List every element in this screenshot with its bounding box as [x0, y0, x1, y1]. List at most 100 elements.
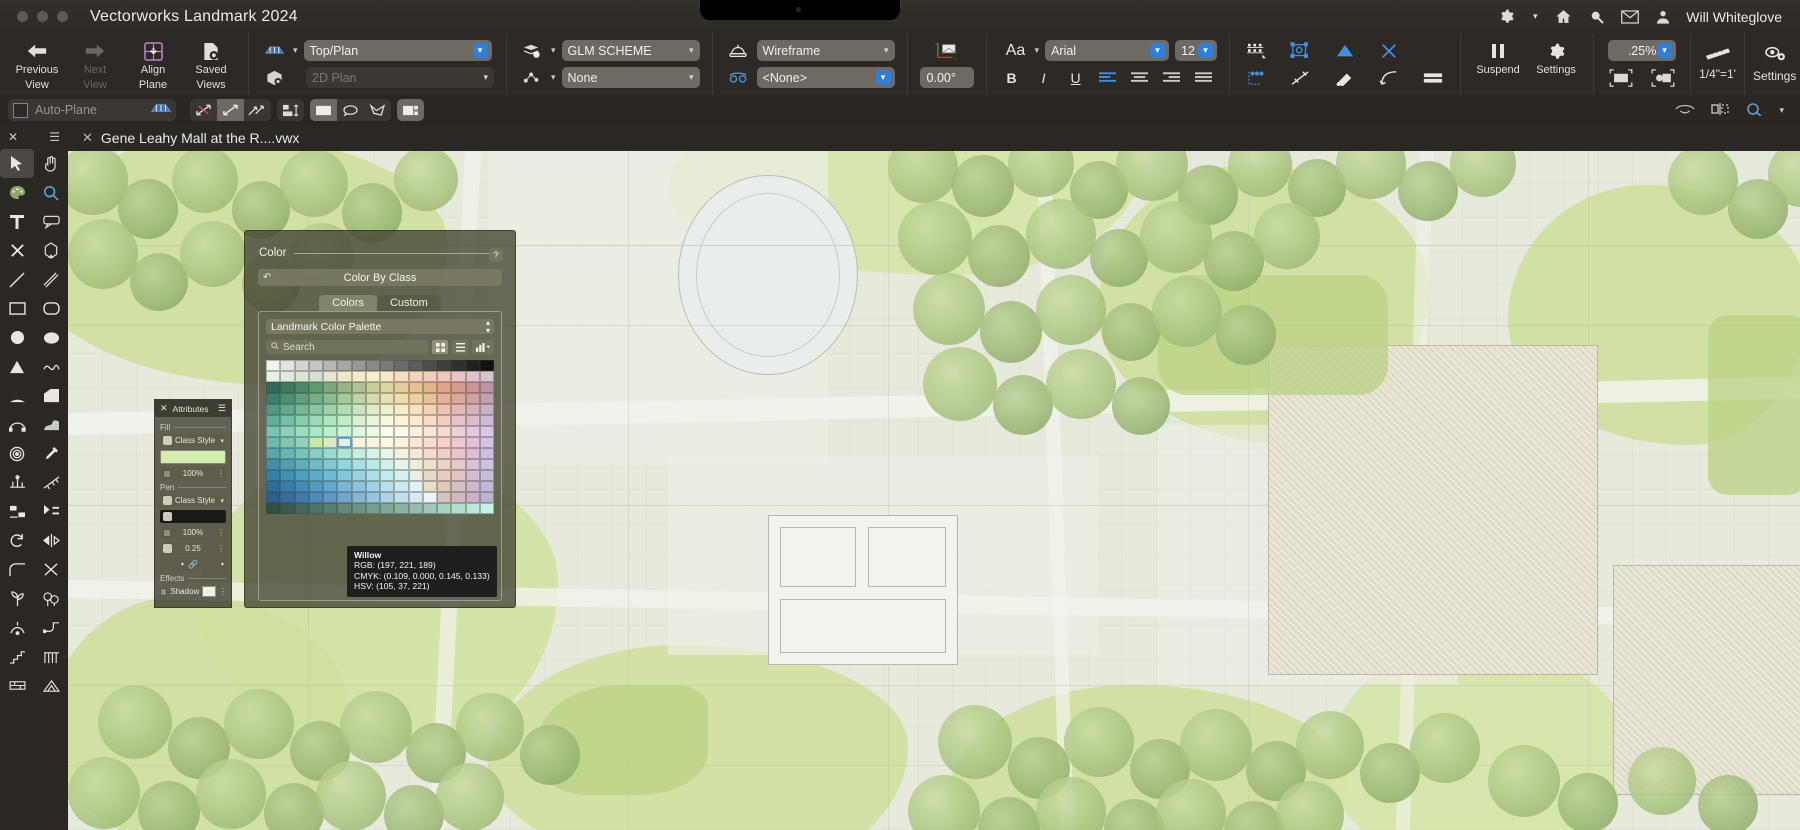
snap-smart-icon[interactable] [244, 99, 271, 121]
fillet-tool[interactable] [0, 555, 34, 584]
view-select[interactable]: Top/Plan ▾ [304, 40, 492, 61]
snap-curve-icon[interactable] [1374, 66, 1404, 90]
railing-tool[interactable] [34, 642, 68, 671]
color-swatch[interactable] [480, 426, 494, 437]
flyover-tool[interactable] [34, 236, 68, 265]
color-swatch[interactable] [295, 503, 309, 514]
grade-tool[interactable] [34, 497, 68, 526]
color-swatch[interactable] [451, 492, 465, 503]
color-swatch[interactable] [409, 481, 423, 492]
color-swatch[interactable] [352, 404, 366, 415]
color-swatch[interactable] [295, 437, 309, 448]
color-swatch[interactable] [295, 404, 309, 415]
more-options-icon[interactable]: ⋮ [217, 469, 224, 478]
color-by-class-button[interactable]: ↶ Color By Class [258, 269, 502, 286]
color-swatch[interactable] [337, 415, 351, 426]
color-swatch[interactable] [323, 371, 337, 382]
color-swatch[interactable] [466, 448, 480, 459]
shadow-color-swatch[interactable] [202, 586, 216, 597]
revert-icon[interactable]: ↶ [263, 272, 271, 283]
color-swatch[interactable] [280, 404, 294, 415]
zoom-select[interactable]: .25% ▾ [1608, 40, 1676, 61]
color-swatch[interactable] [280, 382, 294, 393]
color-swatch[interactable] [309, 470, 323, 481]
chamfer-tool[interactable] [34, 381, 68, 410]
color-swatch[interactable] [309, 371, 323, 382]
color-swatch[interactable] [352, 360, 366, 371]
snap-settings-button[interactable]: Settings [1527, 35, 1585, 93]
snap-off-icon[interactable] [190, 99, 217, 121]
snap-angle-icon[interactable] [1330, 39, 1360, 63]
tab-colors[interactable]: Colors [319, 295, 377, 311]
snap-magnet-icon[interactable] [1330, 66, 1360, 90]
color-swatch[interactable] [437, 503, 451, 514]
color-swatch[interactable] [451, 382, 465, 393]
color-swatch[interactable] [480, 382, 494, 393]
fill-mode-icon[interactable] [310, 99, 337, 121]
color-swatch[interactable] [380, 371, 394, 382]
line-tool[interactable] [0, 265, 34, 294]
color-swatch[interactable] [280, 426, 294, 437]
color-swatch[interactable] [337, 360, 351, 371]
rectangle-tool[interactable] [0, 294, 34, 323]
color-swatch[interactable] [266, 360, 280, 371]
rotate-tool[interactable] [0, 526, 34, 555]
layers-mode-icon[interactable] [397, 99, 424, 121]
color-swatch[interactable] [266, 481, 280, 492]
color-swatch[interactable] [409, 459, 423, 470]
palette-tool[interactable] [0, 178, 34, 207]
color-swatch[interactable] [480, 415, 494, 426]
plant-tool[interactable] [0, 584, 34, 613]
color-swatch[interactable] [352, 503, 366, 514]
tab-custom[interactable]: Custom [377, 295, 441, 311]
color-swatch[interactable] [423, 470, 437, 481]
chevron-down-icon[interactable]: ▾ [1530, 7, 1540, 26]
window-controls[interactable] [17, 11, 68, 22]
color-swatch[interactable] [480, 492, 494, 503]
color-swatch[interactable] [337, 426, 351, 437]
color-swatch[interactable] [309, 404, 323, 415]
color-swatch[interactable] [323, 404, 337, 415]
color-swatch[interactable] [266, 448, 280, 459]
color-swatch[interactable] [266, 393, 280, 404]
color-swatch[interactable] [437, 426, 451, 437]
render-mode-icon[interactable] [725, 41, 751, 60]
color-swatch[interactable] [280, 459, 294, 470]
color-swatch[interactable] [451, 360, 465, 371]
color-swatch[interactable] [295, 371, 309, 382]
color-swatch[interactable] [451, 426, 465, 437]
color-swatch[interactable] [466, 393, 480, 404]
color-swatch[interactable] [409, 404, 423, 415]
color-swatch[interactable] [280, 437, 294, 448]
underline-button[interactable]: U [1063, 68, 1089, 88]
font-family-select[interactable]: Arial ▾ [1045, 40, 1169, 61]
align-left-icon[interactable] [1095, 68, 1121, 88]
class-select[interactable]: GLM SCHEME ▾ [562, 40, 700, 61]
color-swatch[interactable] [266, 371, 280, 382]
render-select[interactable]: Wireframe ▾ [757, 40, 895, 61]
color-swatch[interactable] [352, 426, 366, 437]
color-swatch[interactable] [352, 459, 366, 470]
snap-object-icon[interactable] [1286, 39, 1316, 63]
color-swatch[interactable] [366, 371, 380, 382]
color-swatch[interactable] [295, 448, 309, 459]
balloon-mode-icon[interactable] [337, 99, 364, 121]
color-swatch[interactable] [394, 360, 408, 371]
color-swatch[interactable] [323, 382, 337, 393]
color-swatch[interactable] [309, 415, 323, 426]
selection-tool[interactable] [0, 149, 34, 178]
landscape-wall-tool[interactable] [34, 468, 68, 497]
color-swatch[interactable] [295, 481, 309, 492]
color-swatch[interactable] [423, 492, 437, 503]
color-swatch[interactable] [451, 437, 465, 448]
color-swatch-grid[interactable] [266, 360, 494, 514]
close-icon[interactable]: ✕ [8, 130, 18, 144]
color-swatch[interactable] [295, 415, 309, 426]
color-swatch[interactable] [423, 437, 437, 448]
rotate-plan-icon[interactable]: YX [927, 41, 967, 60]
color-swatch[interactable] [451, 393, 465, 404]
color-swatch[interactable] [451, 404, 465, 415]
color-swatch[interactable] [295, 382, 309, 393]
color-swatch[interactable] [337, 448, 351, 459]
nurbs-tool[interactable] [34, 410, 68, 439]
